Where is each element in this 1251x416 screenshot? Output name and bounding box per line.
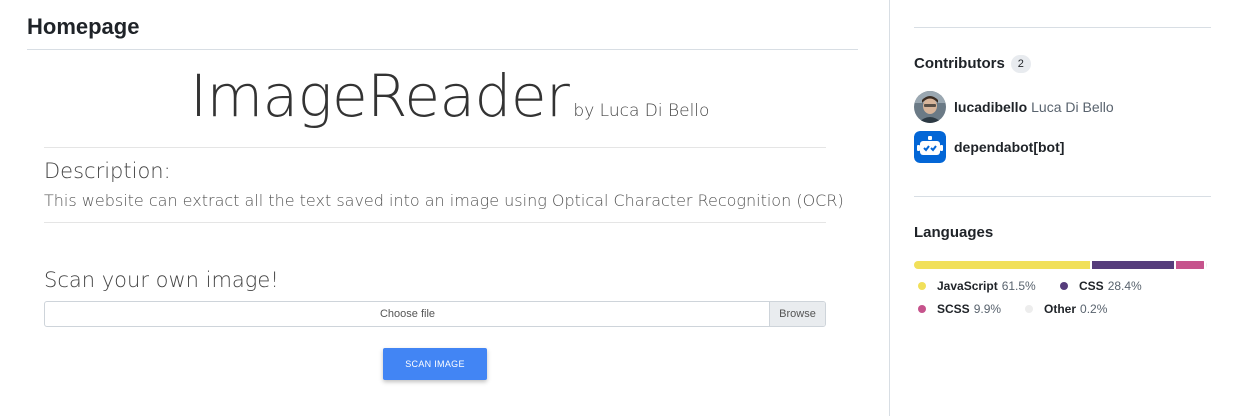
language-name[interactable]: SCSS [937,302,970,316]
language-item-css[interactable]: CSS 28.4% [1060,279,1142,293]
language-percent: 9.9% [973,302,1002,316]
imagereader-logo: ImageReader by Luca Di Bello [190,62,709,130]
scan-heading: Scan your own image! [44,268,279,292]
language-item-other[interactable]: Other 0.2% [1025,302,1107,316]
language-percent: 61.5% [1001,279,1036,293]
language-dot-icon [1025,305,1033,313]
language-item-scss[interactable]: SCSS 9.9% [918,302,1001,316]
lang-bar-segment-scss [1175,261,1205,269]
languages-heading: Languages [914,224,994,241]
contributor-name: Luca Di Bello [1031,99,1114,115]
sidebar: Contributors 2 lucadibello Luca Di Bello [914,0,1211,416]
language-dot-icon [1060,282,1068,290]
browse-button[interactable]: Browse [769,302,825,326]
dependabot-icon[interactable] [914,131,946,163]
languages-bar [914,261,1207,269]
scan-image-button[interactable]: SCAN IMAGE [383,348,487,380]
lang-bar-segment-other [1206,261,1207,269]
language-percent: 0.2% [1080,302,1108,316]
readme-section: Homepage ImageReader by Luca Di Bello Des… [27,0,858,416]
language-name[interactable]: JavaScript [937,279,998,293]
contributor-item[interactable]: dependabot[bot] [914,131,1064,163]
readme-title: Homepage [27,14,140,39]
contributors-heading-label[interactable]: Contributors [914,55,1005,72]
file-input[interactable]: Choose file Browse [44,301,826,327]
description-heading: Description: [44,159,171,183]
contributor-login[interactable]: dependabot[bot] [954,139,1064,155]
contributors-count-badge: 2 [1010,55,1031,73]
title-divider [27,49,858,50]
language-percent: 28.4% [1107,279,1142,293]
sidebar-separator [914,27,1211,28]
language-name[interactable]: CSS [1079,279,1104,293]
description-top-divider [44,147,826,148]
logo-author-text: by Luca Di Bello [573,101,710,121]
sidebar-divider [889,0,890,416]
description-bottom-divider [44,222,826,223]
contributor-item[interactable]: lucadibello Luca Di Bello [914,91,1114,123]
lang-bar-segment-css [1092,261,1174,269]
logo-main-text: ImageReader [190,62,570,130]
language-dot-icon [918,282,926,290]
file-input-label[interactable]: Choose file [45,302,770,326]
language-item-javascript[interactable]: JavaScript 61.5% [918,279,1036,293]
lang-bar-segment-javascript [914,261,1091,269]
sidebar-separator [914,196,1211,197]
contributors-heading[interactable]: Contributors 2 [914,55,1031,73]
description-text: This website can extract all the text sa… [44,191,844,210]
language-name[interactable]: Other [1044,302,1076,316]
contributor-login[interactable]: lucadibello [954,99,1027,115]
language-dot-icon [918,305,926,313]
user-photo-avatar-icon[interactable] [914,91,946,123]
